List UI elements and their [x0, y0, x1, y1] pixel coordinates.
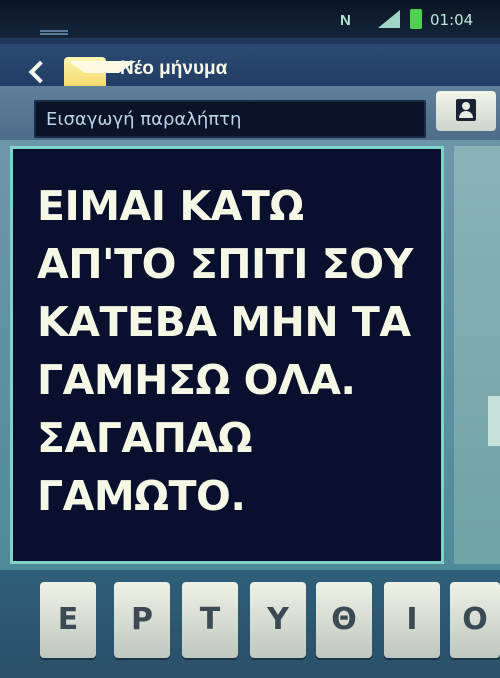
key-rho[interactable]: Ρ: [114, 582, 170, 658]
key-tau[interactable]: Τ: [182, 582, 238, 658]
key-iota[interactable]: Ι: [384, 582, 440, 658]
page-title: Νέο μήνυμα: [120, 58, 228, 79]
contacts-button[interactable]: [436, 91, 496, 131]
recipient-row: Εισαγωγή παραλήπτη: [0, 86, 500, 148]
contact-icon: [456, 99, 476, 121]
keyboard: Ε Ρ Τ Υ Θ Ι Ο: [0, 570, 500, 678]
signal-icon: [378, 10, 400, 28]
phone-screen: N 01:04 Νέο μήνυμα Εισαγωγή παραλήπτη ΕΙ…: [0, 0, 500, 678]
message-input[interactable]: ΕΙΜΑΙ ΚΑΤΩ ΑΠ'ΤΟ ΣΠΙΤΙ ΣΟΥ ΚΑΤΕΒΑ ΜΗΝ ΤΑ…: [10, 146, 444, 564]
scrollbar[interactable]: [488, 396, 500, 446]
recipient-input[interactable]: Εισαγωγή παραλήπτη: [34, 100, 426, 138]
notification-grip[interactable]: [40, 30, 68, 35]
key-upsilon[interactable]: Υ: [250, 582, 306, 658]
key-theta[interactable]: Θ: [316, 582, 372, 658]
battery-icon: [410, 9, 422, 29]
compose-area: ΕΙΜΑΙ ΚΑΤΩ ΑΠ'ΤΟ ΣΠΙΤΙ ΣΟΥ ΚΑΤΕΒΑ ΜΗΝ ΤΑ…: [0, 140, 500, 570]
nfc-icon: N: [340, 12, 351, 29]
status-bar: N 01:04: [0, 0, 500, 38]
clock: 01:04: [430, 11, 474, 29]
key-epsilon[interactable]: Ε: [40, 582, 96, 658]
back-arrow-icon[interactable]: [28, 60, 52, 84]
side-panel: [454, 146, 500, 564]
key-omicron[interactable]: Ο: [450, 582, 500, 658]
